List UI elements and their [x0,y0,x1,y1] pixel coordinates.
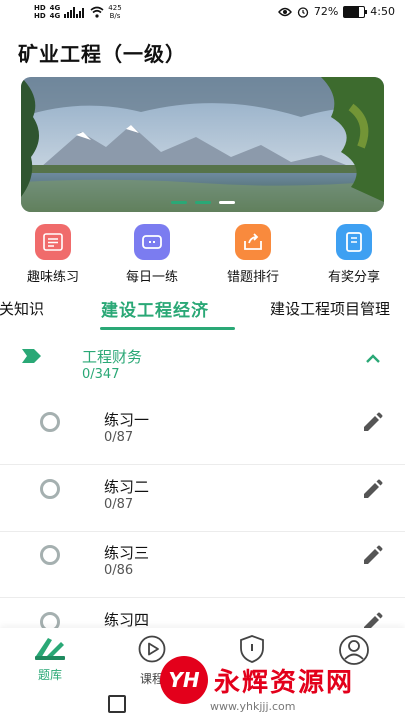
action-reward-share[interactable]: 有奖分享 [314,224,394,285]
wifi-icon [90,6,104,18]
pencil-icon[interactable] [361,479,383,501]
pencil-icon[interactable] [361,412,383,434]
speed-unit: B/s [109,12,121,20]
network-type: 4G [49,12,61,20]
list-item[interactable]: 练习一 0/87 [0,398,405,465]
chevron-up-icon[interactable] [365,354,381,364]
status-bar: HD HD 4G 4G 425 B/s 72% 4:50 [0,0,405,26]
battery-icon [343,5,368,18]
action-daily-practice[interactable]: 每日一练 [112,224,192,285]
carousel-indicators [21,201,384,204]
status-circle [40,545,60,565]
watermark-logo-text: YH [168,668,200,692]
section-count: 0/347 [82,367,120,382]
clock: 4:50 [370,5,395,18]
network-type: 4G [49,4,61,12]
speed-value: 425 [108,4,122,12]
tab-related-knowledge[interactable]: 相关知识 [0,298,44,319]
list-item[interactable]: 练习二 0/87 [0,465,405,532]
exercise-name: 练习一 [104,411,150,429]
exercise-name: 练习四 [104,611,150,629]
page-title: 矿业工程（一级） [18,42,186,66]
signal-icon [64,7,85,18]
notebook-icon [336,224,372,260]
exercise-count: 0/87 [104,430,134,445]
hd-badge: HD [34,4,46,12]
watermark-logo: YH [160,656,208,704]
watermark-url: www.yhkjjj.com [210,700,296,713]
section-header[interactable]: 工程财务 0/347 [0,340,405,390]
exercise-count: 0/86 [104,563,134,578]
watermark-text: 永辉资源网 [214,667,355,698]
action-wrong-ranking[interactable]: 错题排行 [213,224,293,285]
status-left: HD HD 4G 4G 425 B/s [34,4,122,20]
exercise-count: 0/87 [104,497,134,512]
carousel-dot[interactable] [218,201,235,204]
books-icon [35,638,65,660]
section-title: 工程财务 [82,348,143,366]
list-item[interactable]: 练习三 0/86 [0,531,405,598]
share-box-icon [235,224,271,260]
status-circle [40,479,60,499]
active-tab-indicator [100,327,235,330]
network-speed: 425 B/s [108,4,121,20]
network-indicators: 4G 4G [50,4,61,20]
category-tabs: 相关知识 建设工程经济 建设工程项目管理 [0,288,405,330]
action-label: 每日一练 [125,270,178,285]
watermark: YH 永辉资源网 [160,656,354,704]
carousel-dot[interactable] [194,201,211,204]
hd-badge: HD [34,12,46,20]
pencil-icon[interactable] [361,545,383,567]
status-circle [40,412,60,432]
sim-indicators: HD HD [34,4,46,20]
tab-project-management[interactable]: 建设工程项目管理 [270,298,390,319]
alarm-icon [297,6,308,18]
banner-image [21,77,384,212]
nav-label: 题库 [37,668,62,682]
battery-fill [344,6,359,17]
action-label: 趣味练习 [26,270,79,285]
quick-actions: 趣味练习 每日一练 错题排行 有奖分享 [0,224,405,286]
exercise-name: 练习二 [104,478,150,496]
recents-button[interactable] [108,695,126,713]
nav-question-bank[interactable]: 题库 [20,634,80,683]
action-label: 有奖分享 [327,270,380,285]
status-right: 72% 4:50 [277,5,395,18]
carousel-dot[interactable] [170,201,187,204]
action-fun-practice[interactable]: 趣味练习 [13,224,93,285]
banner-carousel[interactable] [21,77,384,212]
box-icon [134,224,170,260]
eye-icon [277,7,292,16]
exercise-name: 练习三 [104,544,150,562]
list-icon [35,224,71,260]
tab-construction-economics[interactable]: 建设工程经济 [101,296,209,321]
tag-icon [22,349,41,363]
battery-percent: 72% [313,5,339,18]
action-label: 错题排行 [226,270,279,285]
